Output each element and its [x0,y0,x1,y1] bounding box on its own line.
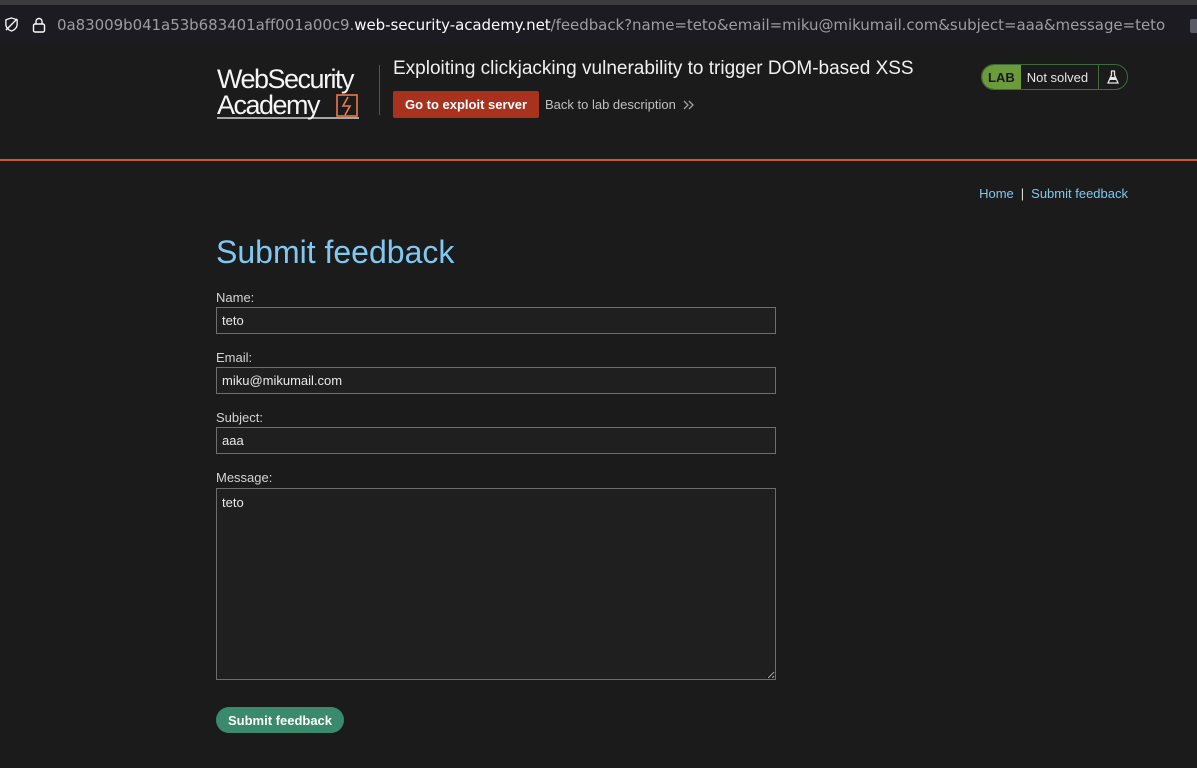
go-to-exploit-server-button[interactable]: Go to exploit server [393,91,539,118]
flask-icon [1098,65,1127,89]
browser-url-bar[interactable]: 0a83009b041a53b683401aff001a00c9.web-sec… [0,0,1197,45]
logo-separator [379,65,380,115]
url-host: web-security-academy.net [354,16,551,34]
subject-input[interactable] [216,427,776,454]
page-title: Submit feedback [216,234,455,270]
lock-icon[interactable] [32,17,46,33]
back-to-lab-description-link[interactable]: Back to lab description [545,97,695,112]
submit-feedback-button[interactable]: Submit feedback [216,707,344,733]
message-label: Message: [216,470,273,485]
lab-title: Exploiting clickjacking vulnerability to… [393,58,914,79]
back-link-label: Back to lab description [545,97,676,112]
email-input[interactable] [216,367,776,394]
lab-header: WebSecurity Academy Exploiting clickjack… [0,45,1197,161]
name-label: Name: [216,290,255,305]
nav-separator: | [1020,186,1025,201]
message-textarea[interactable]: teto [216,488,776,680]
url-text[interactable]: 0a83009b041a53b683401aff001a00c9.web-sec… [57,16,1165,34]
lab-state: Not solved [1026,69,1089,85]
web-security-academy-logo[interactable]: WebSecurity Academy [217,63,377,121]
url-prefix: 0a83009b041a53b683401aff001a00c9. [57,16,355,34]
double-chevron-right-icon [683,100,694,109]
url-path: /feedback?name=teto&email=miku@mikumail.… [550,16,1166,34]
toolbar-overflow-edge[interactable] [1190,19,1197,33]
top-nav: Home | Submit feedback [979,186,1128,201]
nav-home-link[interactable]: Home [979,186,1014,201]
lab-status-widget: LAB Not solved [981,64,1128,90]
name-input[interactable] [216,307,776,334]
logo-line2: Academy [217,90,321,120]
lab-badge: LAB [982,65,1021,89]
subject-label: Subject: [216,410,263,425]
nav-submit-feedback-link[interactable]: Submit feedback [1031,186,1128,201]
tracking-shield-icon[interactable] [4,17,19,32]
email-label: Email: [216,350,253,365]
